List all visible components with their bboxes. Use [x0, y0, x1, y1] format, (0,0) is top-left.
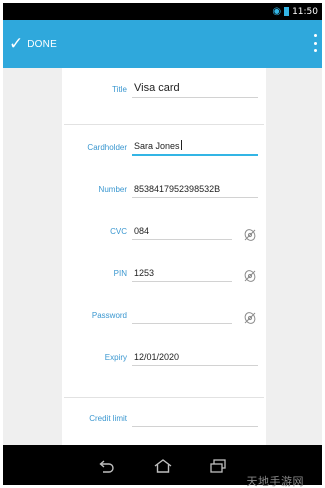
action-bar: ✓ DONE [3, 20, 322, 68]
cardholder-value-wrap: Sara Jones [134, 140, 182, 151]
password-label: Password [91, 311, 127, 320]
number-field[interactable]: 8538417952398532B [132, 176, 258, 198]
battery-icon [284, 7, 290, 16]
title-field[interactable]: Visa card [132, 76, 258, 98]
done-label: DONE [27, 38, 57, 50]
content-area: Title Visa card Cardholder Sara Jones Nu… [3, 68, 322, 445]
number-label: Number [98, 185, 127, 194]
navigation-bar: 天地手游网 [3, 445, 322, 488]
pin-label: PIN [113, 269, 127, 278]
section-divider [64, 397, 264, 398]
credit-limit-field[interactable] [132, 405, 258, 427]
cvc-field[interactable]: 084 [132, 218, 232, 240]
status-icons: ◉ 11:50 [272, 5, 318, 18]
number-value: 8538417952398532B [134, 184, 221, 194]
back-icon[interactable] [99, 459, 115, 473]
status-bar: ◉ 11:50 [3, 3, 322, 20]
check-icon: ✓ [9, 33, 24, 54]
cvc-value: 084 [134, 226, 150, 236]
watermark: 天地手游网 [246, 475, 304, 488]
title-label: Title [112, 85, 127, 94]
status-time: 11:50 [292, 6, 318, 17]
credit-limit-label: Credit limit [89, 414, 127, 423]
done-button[interactable]: ✓ DONE [3, 20, 67, 68]
cardholder-value: Sara Jones [134, 141, 180, 151]
cvc-label: CVC [110, 227, 127, 236]
wifi-icon: ◉ [272, 6, 282, 17]
pin-value: 1253 [134, 268, 155, 278]
overflow-menu-icon[interactable] [312, 30, 318, 56]
recent-apps-icon[interactable] [210, 459, 226, 473]
home-icon[interactable] [154, 459, 172, 473]
password-visibility-icon[interactable] [243, 311, 257, 325]
form-card: Title Visa card Cardholder Sara Jones Nu… [62, 68, 266, 445]
section-divider [64, 124, 264, 125]
text-cursor [180, 140, 182, 150]
expiry-value: 12/01/2020 [134, 352, 180, 362]
cvc-visibility-icon[interactable] [243, 228, 257, 242]
screen-frame: ◉ 11:50 ✓ DONE Title Visa card Cardholde… [0, 0, 325, 488]
pin-visibility-icon[interactable] [243, 269, 257, 283]
pin-field[interactable]: 1253 [132, 260, 232, 282]
expiry-label: Expiry [104, 353, 127, 362]
password-field[interactable] [132, 302, 232, 324]
cardholder-label: Cardholder [87, 143, 127, 152]
title-value: Visa card [134, 82, 180, 94]
cardholder-field[interactable]: Sara Jones [132, 134, 258, 156]
expiry-field[interactable]: 12/01/2020 [132, 344, 258, 366]
